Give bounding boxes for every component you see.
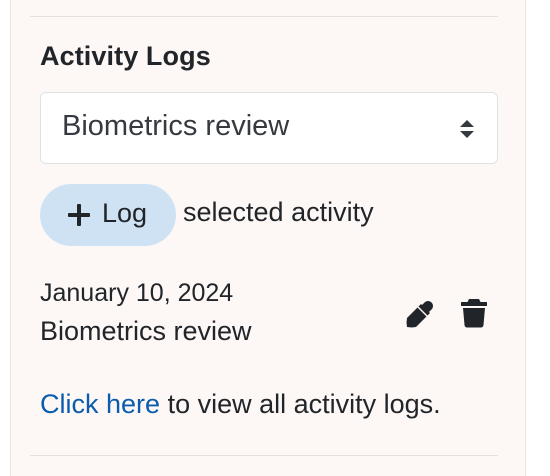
- log-button-suffix: selected activity: [183, 197, 374, 227]
- top-divider: [30, 16, 498, 17]
- trash-icon[interactable]: [460, 298, 488, 328]
- activity-select[interactable]: Biometrics review: [40, 92, 498, 164]
- entry-name: Biometrics review: [40, 316, 252, 346]
- view-all-logs-link[interactable]: Click here: [40, 389, 160, 419]
- sort-arrows-icon: [460, 120, 474, 138]
- section-title: Activity Logs: [40, 41, 211, 71]
- eyedropper-edit-icon[interactable]: [405, 299, 435, 329]
- plus-icon: [68, 204, 90, 226]
- activity-select-value: Biometrics review: [62, 110, 290, 142]
- view-all-logs-text: Click here to view all activity logs.: [40, 389, 441, 420]
- log-activity-button[interactable]: Log: [40, 184, 176, 246]
- view-all-logs-suffix: to view all activity logs.: [167, 389, 441, 419]
- entry-date: January 10, 2024: [40, 279, 234, 307]
- log-button-label: Log: [102, 198, 148, 228]
- bottom-divider: [30, 455, 498, 456]
